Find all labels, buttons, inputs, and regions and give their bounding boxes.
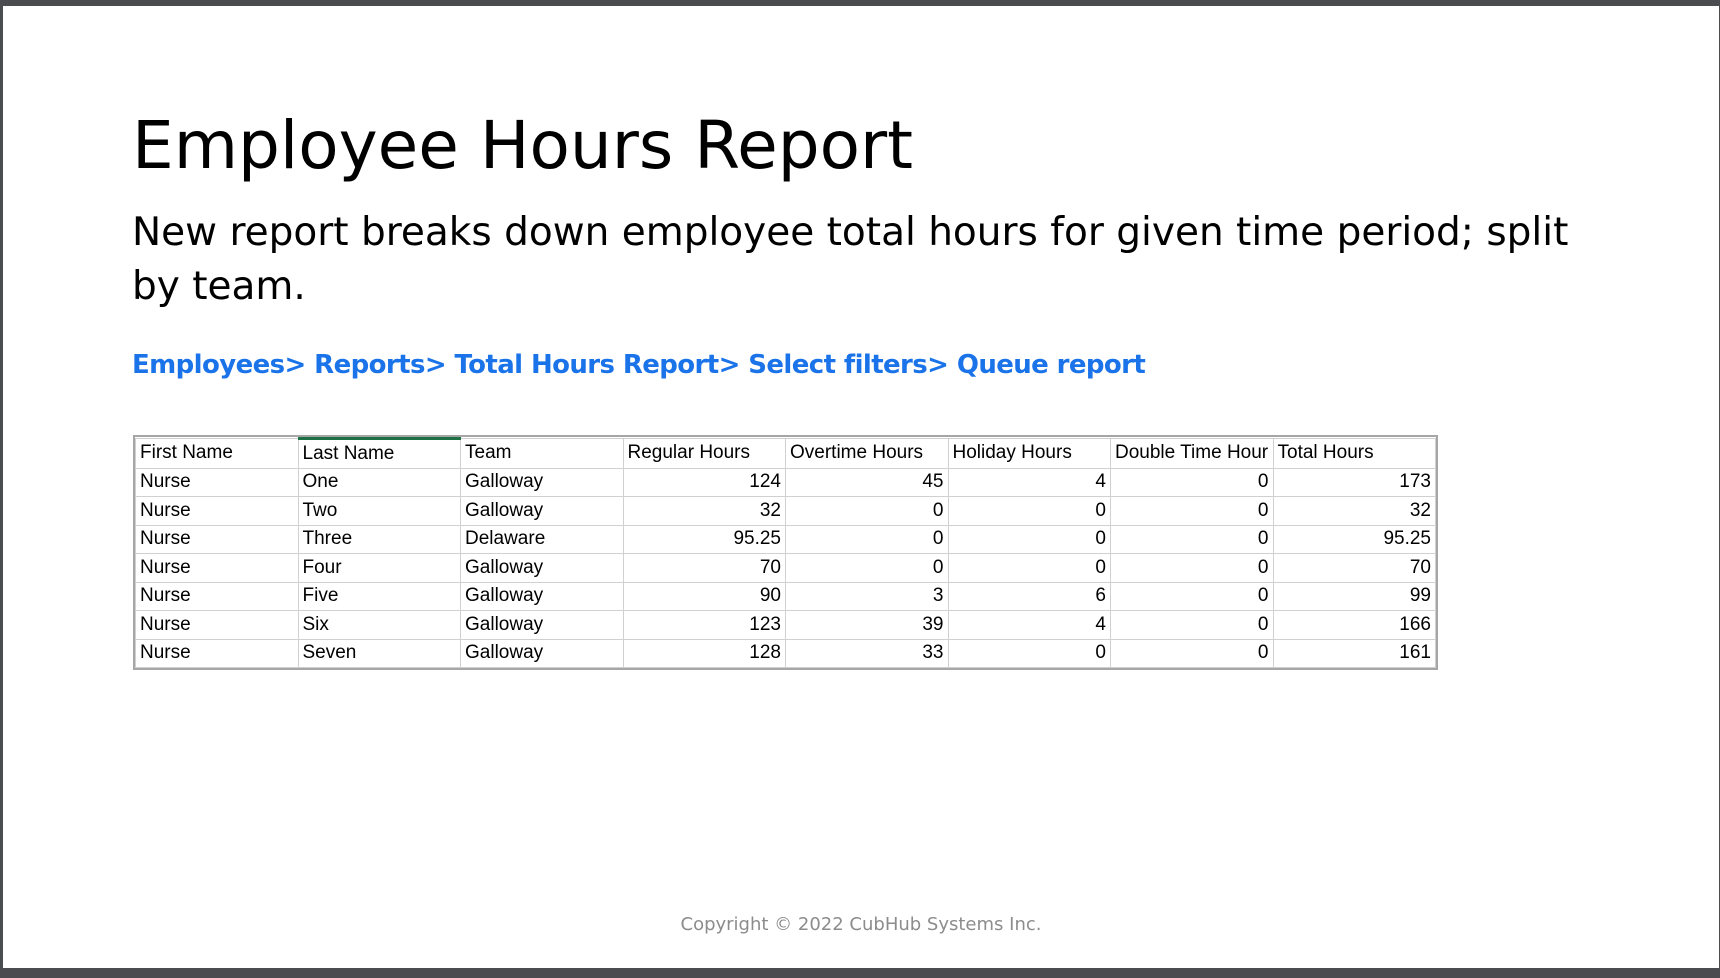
cell-team: Galloway: [460, 496, 624, 526]
table-row: Nurse Six Galloway 123 39 4 0 166: [135, 610, 1436, 640]
cell-regular-hours: 90: [622, 581, 786, 611]
cell-double-time-hours: 0: [1110, 553, 1274, 583]
cell-overtime-hours: 39: [785, 610, 949, 640]
cell-first-name: Nurse: [135, 553, 299, 583]
cell-first-name: Nurse: [135, 467, 299, 497]
cell-total-hours: 173: [1272, 467, 1436, 497]
slide-title: Employee Hours Report: [132, 107, 913, 184]
cell-team: Galloway: [460, 467, 624, 497]
header-regular-hours: Regular Hours: [622, 438, 786, 469]
table-row: Nurse Seven Galloway 128 33 0 0 161: [135, 638, 1436, 668]
hours-table: First Name Last Name Team Regular Hours …: [135, 437, 1436, 668]
table-row: Nurse Five Galloway 90 3 6 0 99: [135, 581, 1436, 611]
cell-overtime-hours: 0: [785, 524, 949, 554]
cell-team: Galloway: [460, 638, 624, 668]
slide: Employee Hours Report New report breaks …: [3, 6, 1719, 968]
breadcrumb-item-total-hours-report[interactable]: Total Hours Report: [454, 350, 719, 380]
table-header-row: First Name Last Name Team Regular Hours …: [135, 437, 1436, 469]
copyright-footer: Copyright © 2022 CubHub Systems Inc.: [680, 914, 1042, 935]
cell-holiday-hours: 4: [947, 610, 1111, 640]
spreadsheet-image: First Name Last Name Team Regular Hours …: [133, 435, 1438, 670]
breadcrumb-separator: >: [718, 350, 749, 380]
cell-last-name: Two: [297, 496, 461, 526]
cell-overtime-hours: 3: [785, 581, 949, 611]
breadcrumb-item-reports[interactable]: Reports: [314, 350, 425, 380]
cell-regular-hours: 70: [622, 553, 786, 583]
cell-last-name: Three: [297, 524, 461, 554]
table-row: Nurse Three Delaware 95.25 0 0 0 95.25: [135, 524, 1436, 554]
cell-regular-hours: 123: [622, 610, 786, 640]
cell-double-time-hours: 0: [1110, 581, 1274, 611]
cell-overtime-hours: 0: [785, 496, 949, 526]
header-team: Team: [460, 438, 624, 469]
cell-first-name: Nurse: [135, 496, 299, 526]
cell-regular-hours: 32: [622, 496, 786, 526]
breadcrumb-item-employees[interactable]: Employees: [132, 350, 285, 380]
cell-team: Galloway: [460, 610, 624, 640]
cell-regular-hours: 95.25: [622, 524, 786, 554]
header-double-time-hours: Double Time Hour: [1110, 438, 1274, 469]
cell-overtime-hours: 0: [785, 553, 949, 583]
cell-holiday-hours: 0: [947, 496, 1111, 526]
breadcrumb-item-queue-report[interactable]: Queue report: [957, 350, 1146, 380]
cell-holiday-hours: 0: [947, 524, 1111, 554]
cell-first-name: Nurse: [135, 610, 299, 640]
cell-last-name: One: [297, 467, 461, 497]
cell-team: Galloway: [460, 553, 624, 583]
header-total-hours: Total Hours: [1272, 438, 1436, 469]
cell-total-hours: 99: [1272, 581, 1436, 611]
cell-first-name: Nurse: [135, 638, 299, 668]
cell-regular-hours: 124: [622, 467, 786, 497]
cell-first-name: Nurse: [135, 581, 299, 611]
cell-total-hours: 32: [1272, 496, 1436, 526]
cell-double-time-hours: 0: [1110, 496, 1274, 526]
cell-overtime-hours: 33: [785, 638, 949, 668]
cell-double-time-hours: 0: [1110, 467, 1274, 497]
cell-holiday-hours: 4: [947, 467, 1111, 497]
cell-total-hours: 166: [1272, 610, 1436, 640]
breadcrumb-separator: >: [424, 350, 455, 380]
cell-last-name: Seven: [297, 638, 461, 668]
header-holiday-hours: Holiday Hours: [947, 438, 1111, 469]
cell-last-name: Six: [297, 610, 461, 640]
breadcrumb-item-select-filters[interactable]: Select filters: [748, 350, 928, 380]
cell-last-name: Five: [297, 581, 461, 611]
header-first-name: First Name: [135, 438, 299, 469]
cell-overtime-hours: 45: [785, 467, 949, 497]
header-last-name: Last Name: [297, 437, 461, 469]
cell-double-time-hours: 0: [1110, 524, 1274, 554]
table-row: Nurse One Galloway 124 45 4 0 173: [135, 467, 1436, 497]
header-overtime-hours: Overtime Hours: [785, 438, 949, 469]
cell-holiday-hours: 0: [947, 638, 1111, 668]
cell-total-hours: 70: [1272, 553, 1436, 583]
cell-team: Delaware: [460, 524, 624, 554]
breadcrumb-separator: >: [927, 350, 957, 380]
cell-double-time-hours: 0: [1110, 610, 1274, 640]
slide-subtitle: New report breaks down employee total ho…: [132, 210, 1569, 309]
table-row: Nurse Two Galloway 32 0 0 0 32: [135, 496, 1436, 526]
cell-holiday-hours: 6: [947, 581, 1111, 611]
cell-total-hours: 161: [1272, 638, 1436, 668]
breadcrumb-separator: >: [284, 350, 315, 380]
cell-first-name: Nurse: [135, 524, 299, 554]
cell-regular-hours: 128: [622, 638, 786, 668]
cell-last-name: Four: [297, 553, 461, 583]
cell-double-time-hours: 0: [1110, 638, 1274, 668]
table-row: Nurse Four Galloway 70 0 0 0 70: [135, 553, 1436, 583]
breadcrumb: Employees> Reports> Total Hours Report> …: [132, 346, 1146, 384]
cell-team: Galloway: [460, 581, 624, 611]
cell-total-hours: 95.25: [1272, 524, 1436, 554]
cell-holiday-hours: 0: [947, 553, 1111, 583]
